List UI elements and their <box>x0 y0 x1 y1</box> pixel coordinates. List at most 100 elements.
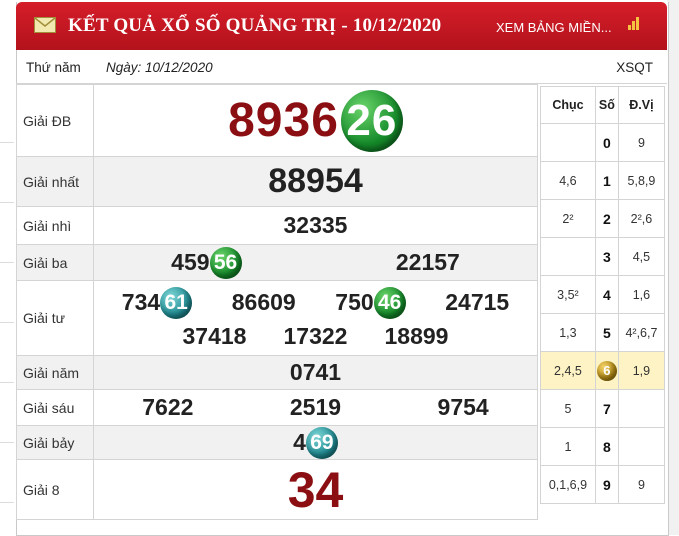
loto-so: 1 <box>594 161 619 200</box>
loto-dv: 9 <box>617 123 666 162</box>
prize-row-nam: Giải năm 0741 <box>16 355 538 390</box>
loto-so: 6 <box>594 351 619 390</box>
header-bar: KẾT QUẢ XỔ SỐ QUẢNG TRỊ - 10/12/2020 XEM… <box>16 2 667 50</box>
prize-number: 18899 <box>384 322 449 349</box>
prize-row-nhi: Giải nhì 32335 <box>16 206 538 245</box>
loto-row: 1,3 5 4²,6,7 <box>540 313 666 352</box>
prize-label: Giải sáu <box>16 389 94 426</box>
prize-label: Giải nhì <box>16 206 94 245</box>
loto-header: Chục Số Đ.Vị <box>540 86 666 124</box>
number-ball: 6 <box>596 360 617 381</box>
loto-chuc: 5 <box>540 389 596 428</box>
number-prefix: 459 <box>171 249 210 275</box>
prize-number: 4 69 <box>293 426 338 459</box>
prize-number: 24715 <box>445 289 510 315</box>
loto-so: 2 <box>594 199 619 238</box>
loto-row: 4,6 1 5,8,9 <box>540 161 666 200</box>
special-prize-number: 8936 26 <box>228 89 403 152</box>
info-row: Thứ năm Ngày: 10/12/2020 XSQT <box>16 53 667 84</box>
left-gutter <box>0 82 16 535</box>
loto-so: 3 <box>594 237 619 276</box>
loto-row: 09 <box>540 123 666 162</box>
view-region-link[interactable]: XEM BẢNG MIỀN... <box>496 20 612 35</box>
prize-number: 88954 <box>268 162 363 200</box>
prize-number: 86609 <box>231 289 296 315</box>
prize-row-nhat: Giải nhất 88954 <box>16 156 538 207</box>
prize-row-tu: Giải tư 734 61 86609 750 46 24715 37418 17… <box>16 280 538 356</box>
loto-row: 3 4,5 <box>540 237 666 276</box>
loto-row: 18 <box>540 427 666 466</box>
loto-dv <box>617 427 666 466</box>
loto-table: Chục Số Đ.Vị 09 4,6 1 5,8,9 2² 2 2²,6 3 4,5 3… <box>540 86 666 504</box>
loto-chuc <box>540 237 596 276</box>
prize-label: Giải nhất <box>16 156 94 207</box>
number-ball: 69 <box>305 426 338 459</box>
weekday: Thứ năm <box>26 60 81 75</box>
loto-chuc: 3,5² <box>540 275 596 314</box>
loto-so: 4 <box>594 275 619 314</box>
loto-dv <box>617 389 666 428</box>
loto-dv: 5,8,9 <box>617 161 666 200</box>
loto-row: 2² 2 2²,6 <box>540 199 666 238</box>
loto-dv: 1,9 <box>617 351 666 390</box>
col-header-chuc: Chục <box>540 86 596 124</box>
loto-dv: 4²,6,7 <box>617 313 666 352</box>
loto-chuc: 2² <box>540 199 596 238</box>
number-ball: 46 <box>373 286 406 319</box>
loto-row: 0,1,6,9 9 9 <box>540 465 666 504</box>
col-header-so: Số <box>594 86 619 124</box>
prize-row-8: Giải 8 34 <box>16 459 538 520</box>
prize-number: 22157 <box>395 249 460 275</box>
prize-number: 2519 <box>289 394 342 420</box>
number-prefix: 734 <box>121 289 161 315</box>
loto-row: 3,5² 4 1,6 <box>540 275 666 314</box>
mail-icon <box>34 17 56 33</box>
number-ball: 61 <box>160 286 193 319</box>
loto-chuc: 0,1,6,9 <box>540 465 596 504</box>
loto-row-highlighted: 2,4,5 6 1,9 <box>540 351 666 390</box>
special-prize-prefix: 8936 <box>228 94 339 147</box>
lottery-code: XSQT <box>616 60 653 75</box>
loto-chuc: 1,3 <box>540 313 596 352</box>
prize-number: 32335 <box>283 212 348 238</box>
prize-number: 34 <box>287 461 344 518</box>
loto-so: 5 <box>594 313 619 352</box>
loto-row: 57 <box>540 389 666 428</box>
prize-label: Giải bảy <box>16 425 94 460</box>
loto-so: 8 <box>594 427 619 466</box>
loto-dv: 2²,6 <box>617 199 666 238</box>
prize-row-db: Giải ĐB 8936 26 <box>16 84 538 157</box>
prize-number: 459 56 <box>171 246 242 279</box>
loto-dv: 9 <box>617 465 666 504</box>
prize-row-sau: Giải sáu 7622 2519 9754 <box>16 389 538 426</box>
prize-number: 0741 <box>289 359 342 385</box>
number-prefix: 4 <box>293 429 306 455</box>
loto-dv: 1,6 <box>617 275 666 314</box>
loto-chuc <box>540 123 596 162</box>
prize-number: 9754 <box>437 394 489 420</box>
col-header-dv: Đ.Vị <box>617 86 666 124</box>
prize-label: Giải ĐB <box>16 84 94 157</box>
draw-date: Ngày: 10/12/2020 <box>106 60 213 75</box>
loto-chuc: 4,6 <box>540 161 596 200</box>
loto-so: 7 <box>594 389 619 428</box>
number-prefix: 750 <box>335 289 374 315</box>
loto-chuc: 2,4,5 <box>540 351 596 390</box>
prize-number: 7622 <box>142 394 194 420</box>
prize-label: Giải năm <box>16 355 94 390</box>
prize-number: 750 46 <box>335 286 406 319</box>
flag-icon[interactable] <box>628 16 642 30</box>
loto-so: 0 <box>594 123 619 162</box>
prize-number: 17322 <box>283 322 348 349</box>
prize-row-ba: Giải ba 459 56 22157 <box>16 244 538 281</box>
prize-table: Giải ĐB 8936 26 Giải nhất 88954 Giải nhì… <box>16 84 538 520</box>
prize-label: Giải 8 <box>16 459 94 520</box>
prize-number: 37418 <box>182 322 247 349</box>
page-title: KẾT QUẢ XỔ SỐ QUẢNG TRỊ - 10/12/2020 <box>68 15 442 36</box>
loto-dv: 4,5 <box>617 237 666 276</box>
prize-number: 734 61 <box>121 286 193 319</box>
prize-row-bay: Giải bảy 4 69 <box>16 425 538 460</box>
prize-label: Giải ba <box>16 244 94 281</box>
loto-chuc: 1 <box>540 427 596 466</box>
number-ball: 26 <box>340 89 403 152</box>
